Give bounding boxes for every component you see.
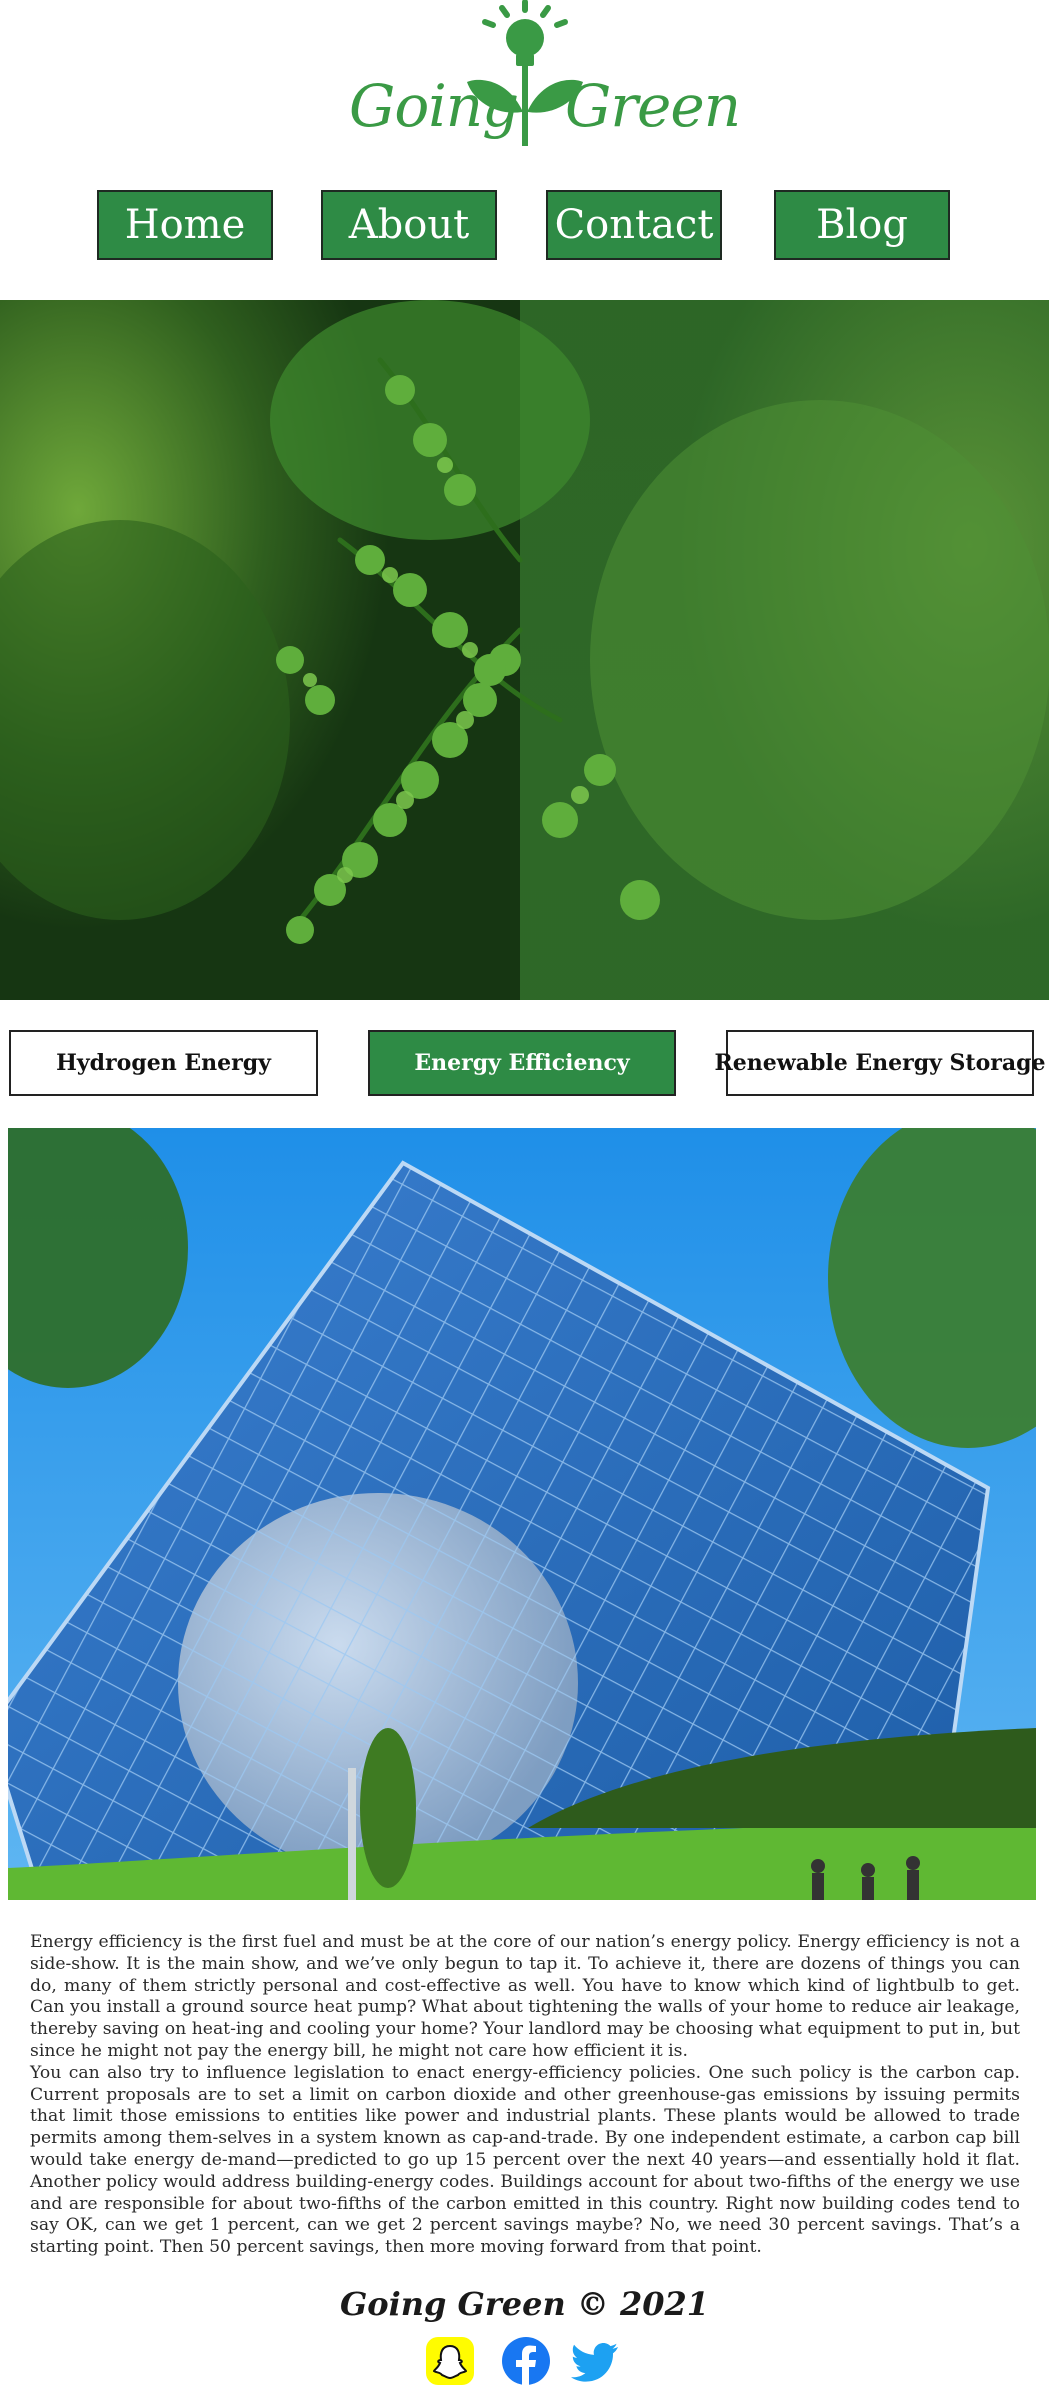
tab-renewable-energy-storage[interactable]: Renewable Energy Storage [715, 1030, 1046, 1096]
page: Going Green Home About Contact Blog Hydr… [0, 0, 1049, 2387]
hero-foliage-image [0, 300, 1049, 1000]
nav-home-button[interactable]: Home [97, 190, 273, 260]
article-body: Energy efficiency is the first fuel and … [30, 1932, 1020, 2259]
article-paragraph: Energy efficiency is the first fuel and … [30, 1932, 1020, 2061]
glass-building-image [8, 1128, 1036, 1900]
snapchat-icon[interactable] [425, 2336, 475, 2386]
nav-about-button[interactable]: About [321, 190, 497, 260]
nav-blog-button[interactable]: Blog [774, 190, 950, 260]
logo[interactable]: Going Green [345, 0, 741, 150]
facebook-icon[interactable] [501, 2336, 551, 2386]
tab-hydrogen-energy[interactable]: Hydrogen Energy [9, 1030, 318, 1096]
nav-contact-button[interactable]: Contact [546, 190, 722, 260]
twitter-icon[interactable] [571, 2336, 621, 2386]
logo-text-green: Green [565, 72, 741, 140]
footer-title: Going Green © 2021 [339, 2285, 710, 2323]
article-paragraph: You can also try to influence legislatio… [30, 2062, 1020, 2258]
logo-text-going: Going [349, 72, 519, 140]
tab-energy-efficiency[interactable]: Energy Efficiency [368, 1030, 676, 1096]
